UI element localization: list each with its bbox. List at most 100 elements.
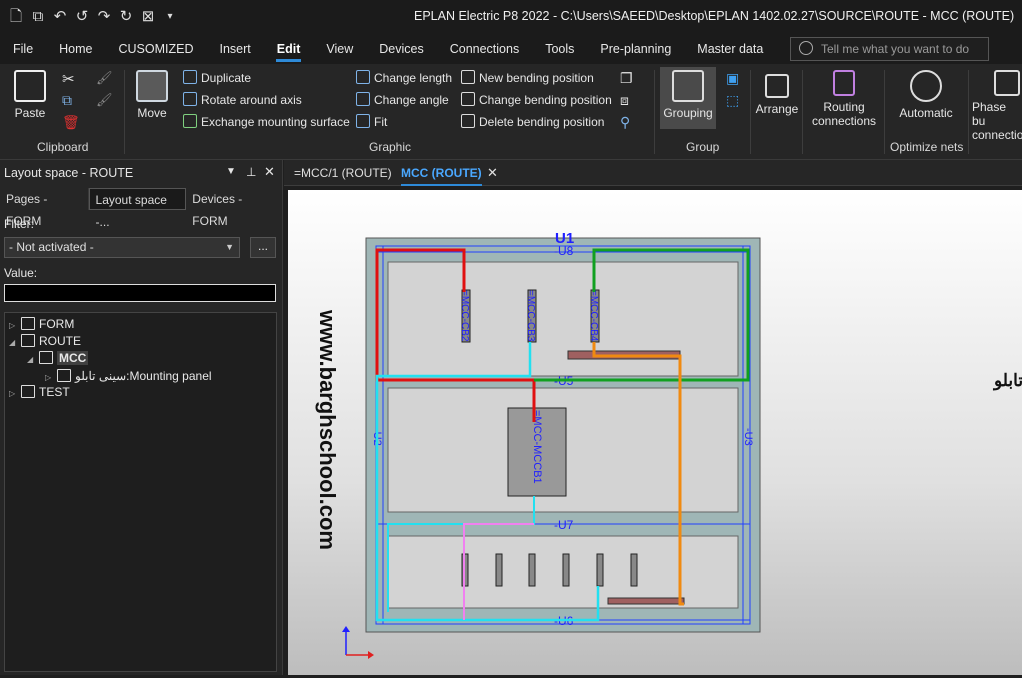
new-page-icon[interactable]: 🗋 (8, 9, 24, 25)
panel-dropdown-icon[interactable]: ▼ (226, 166, 236, 177)
delete-bending-label: Delete bending position (479, 115, 605, 129)
panel-tabs: Pages - FORM Layout space -... Devices -… (0, 188, 283, 229)
terminal-5[interactable] (596, 553, 604, 587)
change-angle-button[interactable]: Change angle (356, 92, 449, 107)
menu-insert[interactable]: Insert (207, 34, 264, 64)
layout-drawing[interactable]: U1 -U8 -U5 -U7 -U6 -U2 -U3 =MCC-CB2 =MCC… (288, 190, 1022, 675)
menu-file[interactable]: File (0, 34, 46, 64)
busbar-bottom[interactable] (607, 597, 685, 605)
duplicate-button[interactable]: Duplicate (183, 70, 251, 85)
label-cb4: =MCC-CB4 (588, 290, 599, 342)
close-icon[interactable]: ✕ (264, 164, 275, 180)
filter-value: - Not activated - (9, 240, 94, 254)
drawing-canvas[interactable]: U1 -U8 -U5 -U7 -U6 -U2 -U3 =MCC-CB2 =MCC… (288, 190, 1022, 675)
expand-icon[interactable]: ▷ (45, 373, 57, 382)
redo-icon[interactable]: ↷ (96, 9, 112, 25)
menu-view[interactable]: View (313, 34, 366, 64)
window-title: EPLAN Electric P8 2022 - C:\Users\SAEED\… (414, 9, 1015, 23)
menu-devices[interactable]: Devices (366, 34, 436, 64)
delete-icon[interactable]: 🗑 (62, 114, 80, 131)
exchange-surface-label: Exchange mounting surface (201, 115, 350, 129)
tree-node-mounting-panel[interactable]: ▷ سینی تابلو:Mounting panel (45, 369, 212, 383)
menu-customized[interactable]: CUSOMIZED (106, 34, 207, 64)
tree-node-form[interactable]: ▷ FORM (9, 317, 74, 331)
fit-label: Fit (374, 115, 388, 129)
menu-tools[interactable]: Tools (532, 34, 587, 64)
routing-connections-button[interactable]: Routing connections (804, 70, 884, 128)
change-bending-button[interactable]: Change bending position (461, 92, 612, 107)
filter-clear-icon[interactable]: ⊠ (140, 9, 156, 25)
tell-me-search[interactable]: Tell me what you want to do (790, 37, 989, 61)
collapse-icon[interactable]: ◢ (9, 338, 21, 347)
group-icon[interactable]: ▣ (726, 70, 739, 87)
cut-icon[interactable]: ✂ (62, 70, 75, 88)
enclosure-icon (39, 351, 53, 364)
terminal-6[interactable] (630, 553, 638, 587)
undo-icon[interactable]: ↶ (52, 9, 68, 25)
terminal-2[interactable] (495, 553, 503, 587)
menu-master-data[interactable]: Master data (684, 34, 776, 64)
redo-list-icon[interactable]: ↻ (118, 9, 134, 25)
graphic-extra-icon-1[interactable]: ❐ (620, 70, 633, 87)
rotate-axis-button[interactable]: Rotate around axis (183, 92, 302, 107)
routing-icon (833, 70, 855, 96)
pin-icon[interactable]: ⊥ (246, 165, 256, 179)
grouping-icon (672, 70, 704, 102)
label-u8: -U8 (554, 244, 574, 258)
paste-button[interactable]: Paste (8, 70, 52, 120)
value-label: Value: (4, 266, 38, 280)
phase-busbar-icon (994, 70, 1020, 96)
expand-icon[interactable]: ▷ (9, 321, 21, 330)
ribbon-separator (654, 70, 655, 154)
tree-node-mcc[interactable]: ◢ MCC (27, 351, 89, 365)
menu-pre-planning[interactable]: Pre-planning (587, 34, 684, 64)
ribbon-separator (750, 70, 751, 154)
new-bending-button[interactable]: New bending position (461, 70, 594, 85)
format-brush-icon[interactable]: 🖌 (96, 92, 113, 108)
automatic-button[interactable]: Automatic (888, 70, 964, 120)
tab-pages[interactable]: Pages - FORM (0, 188, 89, 228)
graphic-extra-icon-3[interactable]: ⚲ (620, 114, 630, 131)
grouping-button[interactable]: Grouping (660, 67, 716, 129)
delete-bending-button[interactable]: Delete bending position (461, 114, 604, 129)
exchange-surface-button[interactable]: Exchange mounting surface (183, 114, 350, 129)
routing-label-1: Routing (823, 100, 865, 114)
copy-icon[interactable]: ⧉ (62, 92, 72, 109)
change-angle-icon (356, 92, 370, 106)
ungroup-icon[interactable]: ⬚ (726, 92, 739, 109)
tree-node-test[interactable]: ▷ TEST (9, 385, 70, 399)
menu-home[interactable]: Home (46, 34, 105, 64)
value-input[interactable] (4, 284, 276, 302)
format-painter-icon[interactable]: 🖌 (96, 70, 113, 86)
collapse-icon[interactable]: ◢ (27, 355, 39, 364)
phase-label-2: connectio (972, 128, 1022, 142)
graphic-extra-icon-2[interactable]: ⧈ (620, 92, 629, 109)
tab-layout-space[interactable]: Layout space -... (88, 188, 187, 229)
filter-more-button[interactable]: ... (250, 237, 276, 258)
tree-node-route[interactable]: ◢ ROUTE (9, 334, 81, 348)
close-tab-icon[interactable]: ✕ (487, 160, 498, 186)
rotate-axis-icon (183, 92, 197, 106)
doc-tab-page[interactable]: =MCC/1 (ROUTE) (294, 160, 392, 186)
terminal-3[interactable] (528, 553, 536, 587)
arrange-button[interactable]: Arrange (754, 70, 800, 116)
menu-edit[interactable]: Edit (264, 34, 314, 64)
ribbon: Paste ✂ ⧉ 🗑 🖌 🖌 Clipboard Move Duplicate… (0, 64, 1022, 160)
group-group-label: Group (686, 140, 720, 154)
doc-tab-mcc[interactable]: MCC (ROUTE) (401, 160, 482, 186)
undo-list-icon[interactable]: ↺ (74, 9, 90, 25)
filter-select[interactable]: - Not activated - ▼ (4, 237, 240, 258)
qat-dropdown-icon[interactable]: ▾ (162, 9, 178, 25)
fit-button[interactable]: Fit (356, 114, 387, 129)
title-bar: 🗋 ⧉ ↶ ↺ ↷ ↻ ⊠ ▾ EPLAN Electric P8 2022 -… (0, 0, 1022, 34)
move-label: Move (137, 106, 167, 120)
ribbon-separator (124, 70, 125, 154)
phase-busbar-button[interactable]: Phase bu connectio (972, 70, 1022, 142)
menu-connections[interactable]: Connections (437, 34, 533, 64)
terminal-4[interactable] (562, 553, 570, 587)
tab-devices[interactable]: Devices - FORM (186, 188, 283, 228)
move-button[interactable]: Move (134, 70, 170, 120)
expand-icon[interactable]: ▷ (9, 389, 21, 398)
change-length-button[interactable]: Change length (356, 70, 452, 85)
copy-page-icon[interactable]: ⧉ (30, 9, 46, 25)
